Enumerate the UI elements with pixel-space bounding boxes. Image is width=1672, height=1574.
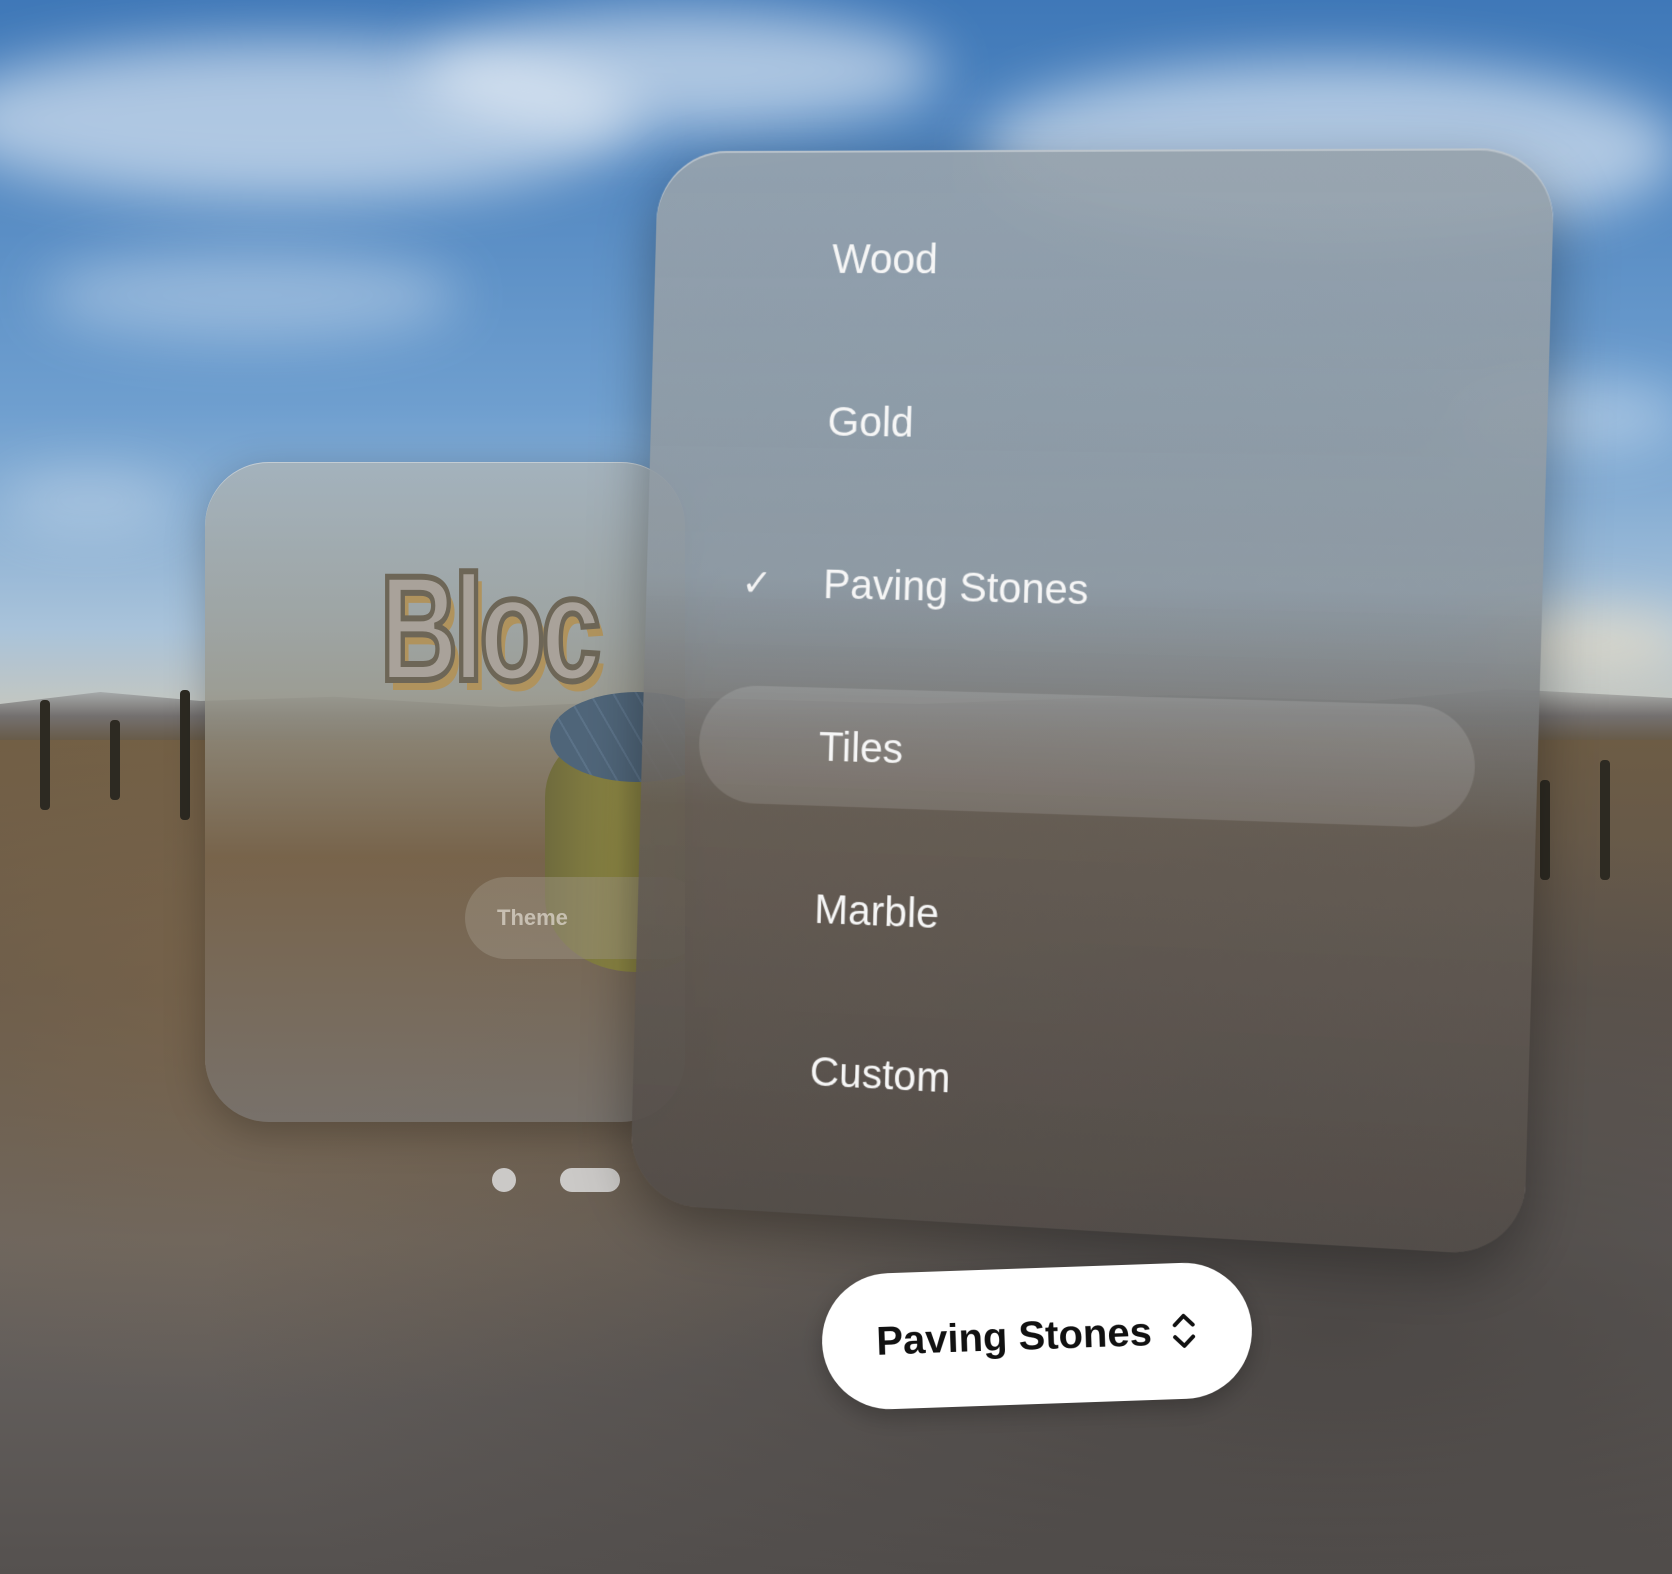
theme-button-label: Theme — [497, 905, 568, 931]
menu-item-label: Paving Stones — [823, 561, 1090, 615]
texture-menu: Wood Gold ✓ Paving Stones Tiles Marble C… — [630, 148, 1555, 1257]
menu-item-tiles[interactable]: Tiles — [698, 684, 1477, 829]
chevron-up-down-icon — [1169, 1308, 1199, 1353]
menu-item-label: Tiles — [818, 723, 904, 773]
dropdown-value: Paving Stones — [876, 1310, 1153, 1365]
menu-item-gold[interactable]: Gold — [706, 362, 1486, 492]
page-indicator-dot-2-active[interactable] — [560, 1168, 620, 1192]
menu-item-custom[interactable]: Custom — [689, 1007, 1467, 1167]
board-window: Bloc Theme — [205, 462, 685, 1122]
menu-item-label: Marble — [814, 885, 940, 938]
menu-item-paving-stones[interactable]: ✓ Paving Stones — [702, 523, 1481, 660]
menu-item-marble[interactable]: Marble — [693, 845, 1472, 997]
app-title-logo: Bloc — [380, 542, 597, 715]
menu-item-wood[interactable]: Wood — [711, 200, 1491, 323]
menu-item-label: Wood — [831, 235, 938, 283]
menu-item-label: Gold — [827, 398, 914, 447]
checkmark-icon: ✓ — [741, 560, 773, 605]
texture-dropdown-button[interactable]: Paving Stones — [820, 1261, 1254, 1412]
page-indicator-dot-1[interactable] — [492, 1168, 516, 1192]
menu-item-label: Custom — [809, 1048, 951, 1103]
